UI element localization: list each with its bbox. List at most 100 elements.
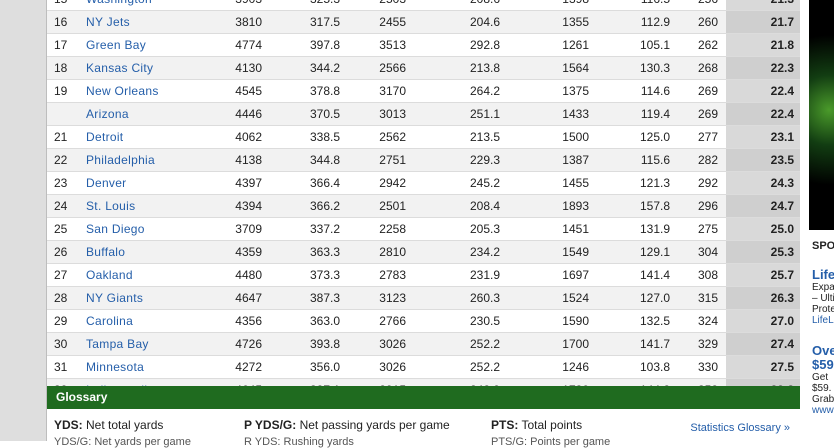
- team-link[interactable]: Detroit: [86, 126, 123, 148]
- rush-yds-per-game-cell: 115.6: [640, 153, 670, 167]
- sponsored-links: SPONSORED LINKS LifeLock Expanded – Ulti…: [812, 240, 834, 416]
- yds-per-game-cell: 387.3: [309, 291, 340, 305]
- pts-per-game-cell: 23.1: [726, 126, 800, 148]
- yds-per-game-cell: 378.8: [309, 84, 340, 98]
- pass-yds-cell: 3513: [379, 38, 406, 52]
- ad1-link[interactable]: LifeLock.com: [812, 315, 834, 326]
- table-row: 28 NY Giants 4647 387.3 3123 260.3 1524 127.0 31…: [47, 287, 800, 310]
- ad2-link[interactable]: www.: [812, 405, 834, 416]
- rush-yds-cell: 1355: [562, 15, 589, 29]
- rank-cell: 17: [54, 38, 68, 52]
- yds-cell: 4480: [235, 268, 262, 282]
- ad2-price[interactable]: $59.99: [812, 358, 834, 372]
- pass-yds-cell: 2766: [379, 314, 406, 328]
- yds-per-game-cell: 363.3: [309, 245, 340, 259]
- team-link[interactable]: Oakland: [86, 264, 133, 286]
- rush-yds-per-game-cell: 103.8: [639, 360, 670, 374]
- pts-per-game-cell: 21.7: [726, 11, 800, 33]
- rank-cell: 26: [54, 245, 68, 259]
- rush-yds-cell: 1524: [562, 291, 589, 305]
- rush-yds-cell: 1455: [562, 176, 589, 190]
- yds-cell: 4726: [235, 337, 262, 351]
- pts-per-game-cell: 24.3: [726, 172, 800, 194]
- team-stats-table: 15 Washington 3903 325.3 2503 208.6 1398 116.5 2…: [47, 0, 800, 402]
- rush-yds-cell: 1375: [562, 84, 589, 98]
- team-link[interactable]: Washington: [86, 0, 152, 10]
- yds-cell: 4138: [235, 153, 262, 167]
- yds-per-game-cell: 317.5: [309, 15, 340, 29]
- left-gutter: [0, 0, 46, 441]
- pts-cell: 275: [697, 222, 718, 236]
- team-link[interactable]: Green Bay: [86, 34, 146, 56]
- pass-yds-cell: 2942: [379, 176, 406, 190]
- yds-cell: 4774: [235, 38, 262, 52]
- rush-yds-per-game-cell: 141.4: [639, 268, 670, 282]
- ad1-title[interactable]: LifeLock: [812, 268, 834, 282]
- team-link[interactable]: Denver: [86, 172, 126, 194]
- yds-cell: 4272: [235, 360, 262, 374]
- pass-yds-per-game-cell: 208.4: [469, 199, 500, 213]
- pts-cell: 324: [697, 314, 718, 328]
- table-row: 23 Denver 4397 366.4 2942 245.2 1455 121.3 292 24…: [47, 172, 800, 195]
- pts-cell: 282: [697, 153, 718, 167]
- team-link[interactable]: Arizona: [86, 103, 129, 125]
- pts-cell: 296: [697, 199, 718, 213]
- pts-per-game-cell: 27.5: [726, 356, 800, 378]
- glossary-body: YDS: Net total yards P YDS/G: Net passin…: [47, 409, 800, 448]
- team-link[interactable]: Carolina: [86, 310, 133, 332]
- statistics-glossary-link[interactable]: Statistics Glossary »: [690, 422, 790, 434]
- team-link[interactable]: Tampa Bay: [86, 333, 149, 355]
- table-row: 15 Washington 3903 325.3 2503 208.6 1398 116.5 2…: [47, 0, 800, 11]
- team-link[interactable]: NY Giants: [86, 287, 143, 309]
- rush-yds-per-game-cell: 129.1: [639, 245, 670, 259]
- pts-cell: 256: [698, 0, 718, 10]
- rank-cell: 23: [54, 176, 68, 190]
- team-link[interactable]: Minnesota: [86, 356, 144, 378]
- team-link[interactable]: Buffalo: [86, 241, 125, 263]
- table-row: 18 Kansas City 4130 344.2 2566 213.8 1564 130.3…: [47, 57, 800, 80]
- rush-yds-per-game-cell: 105.1: [639, 38, 670, 52]
- rush-yds-cell: 1246: [562, 360, 589, 374]
- rank-cell: 16: [54, 15, 68, 29]
- glossary-item-ptsg: PTS/G: Points per game: [491, 436, 611, 448]
- rush-yds-cell: 1451: [562, 222, 589, 236]
- pts-cell: 315: [697, 291, 718, 305]
- pass-yds-per-game-cell: 230.5: [469, 314, 500, 328]
- team-link[interactable]: San Diego: [86, 218, 145, 240]
- table-row: 24 St. Louis 4394 366.2 2501 208.4 1893 157.8 29…: [47, 195, 800, 218]
- glossary-item-pts: PTS: Total points: [491, 418, 583, 432]
- team-link[interactable]: NY Jets: [86, 11, 130, 33]
- table-row: 25 San Diego 3709 337.2 2258 205.3 1451 131.9 27…: [47, 218, 800, 241]
- yds-per-game-cell: 344.8: [309, 153, 340, 167]
- rush-yds-cell: 1261: [562, 38, 589, 52]
- pass-yds-cell: 2566: [379, 61, 406, 75]
- team-link[interactable]: Kansas City: [86, 57, 153, 79]
- ad2-line: $59.: [812, 383, 832, 394]
- pts-per-game-cell: 24.7: [726, 195, 800, 217]
- yds-per-game-cell: 325.3: [310, 0, 340, 10]
- rush-yds-per-game-cell: 130.3: [639, 61, 670, 75]
- sidebar-gap: [800, 0, 809, 441]
- rush-yds-cell: 1500: [562, 130, 589, 144]
- yds-per-game-cell: 393.8: [309, 337, 340, 351]
- table-row: 16 NY Jets 3810 317.5 2455 204.6 1355 112.9 260 2…: [47, 11, 800, 34]
- rank-cell: 19: [54, 84, 68, 98]
- team-link[interactable]: Philadelphia: [86, 149, 155, 171]
- rush-yds-per-game-cell: 112.9: [640, 15, 670, 29]
- rush-yds-cell: 1590: [562, 314, 589, 328]
- pass-yds-per-game-cell: 234.2: [469, 245, 500, 259]
- yds-per-game-cell: 344.2: [309, 61, 340, 75]
- team-link[interactable]: St. Louis: [86, 195, 135, 217]
- sidebar-ad-banner[interactable]: [809, 0, 834, 230]
- team-link[interactable]: New Orleans: [86, 80, 159, 102]
- pass-yds-per-game-cell: 205.3: [469, 222, 500, 236]
- ad2-title[interactable]: Overstock: [812, 344, 834, 358]
- rush-yds-cell: 1697: [562, 268, 589, 282]
- glossary-item-ydsg: YDS/G: Net yards per game: [54, 436, 191, 448]
- pts-cell: 260: [697, 15, 718, 29]
- rank-cell: 29: [54, 314, 68, 328]
- glossary-item-pydsg: P YDS/G: Net passing yards per game: [244, 418, 450, 432]
- pass-yds-per-game-cell: 208.6: [470, 0, 500, 10]
- pass-yds-per-game-cell: 252.2: [469, 337, 500, 351]
- pass-yds-per-game-cell: 264.2: [469, 84, 500, 98]
